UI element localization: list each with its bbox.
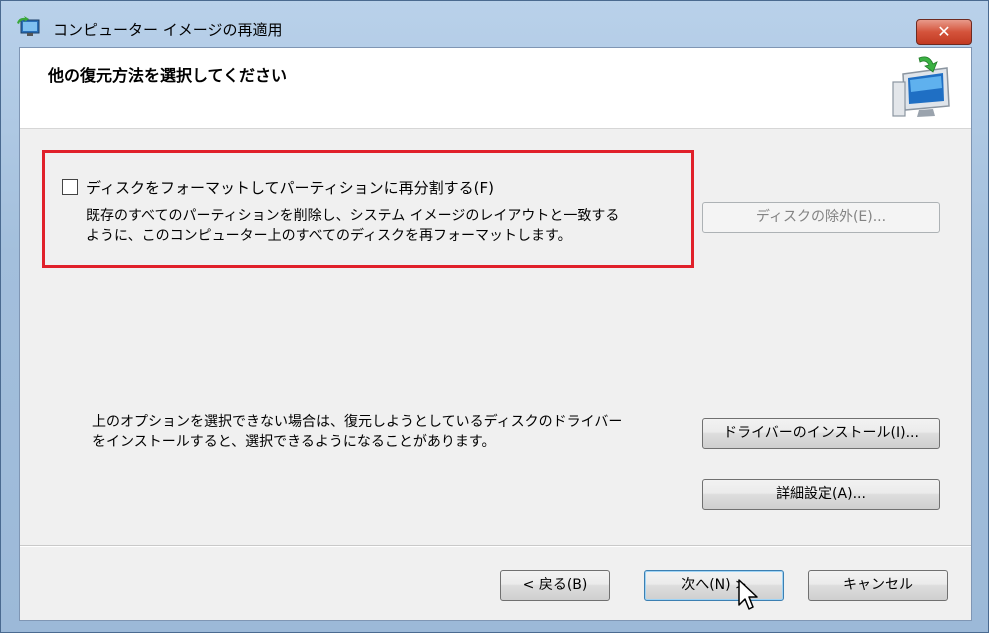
page-heading: 他の復元方法を選択してください bbox=[48, 66, 288, 85]
back-button[interactable]: < 戻る(B) bbox=[500, 570, 610, 601]
format-description-line: ように、このコンピューター上のすべてのディスクを再フォーマットします。 bbox=[86, 228, 572, 244]
format-description-line: 既存のすべてのパーティションを削除し、システム イメージのレイアウトと一致する bbox=[86, 208, 620, 224]
restore-image-window: コンピューター イメージの再適用 ✕ 他の復元方法を選択してください ディスクを… bbox=[0, 0, 989, 633]
driver-note-line: 上のオプションを選択できない場合は、復元しようとしているディスクのドライバー bbox=[92, 414, 623, 430]
cancel-button[interactable]: キャンセル bbox=[808, 570, 948, 601]
format-disks-checkbox[interactable] bbox=[62, 179, 78, 195]
exclude-disks-button[interactable]: ディスクの除外(E)... bbox=[702, 202, 940, 233]
install-drivers-button[interactable]: ドライバーのインストール(I)... bbox=[702, 418, 940, 449]
dialog-content: 他の復元方法を選択してください ディスクをフォーマットしてパーティションに再分割… bbox=[19, 47, 972, 621]
advanced-button[interactable]: 詳細設定(A)... bbox=[702, 479, 940, 510]
mouse-pointer-icon bbox=[738, 579, 758, 610]
footer-divider bbox=[20, 545, 971, 547]
title-bar[interactable]: コンピューター イメージの再適用 ✕ bbox=[1, 1, 988, 47]
format-disks-label[interactable]: ディスクをフォーマットしてパーティションに再分割する(F) bbox=[86, 177, 494, 198]
driver-note: 上のオプションを選択できない場合は、復元しようとしているディスクのドライバー を… bbox=[92, 412, 622, 452]
format-description: 既存のすべてのパーティションを削除し、システム イメージのレイアウトと一致する … bbox=[86, 206, 696, 246]
monitor-restore-icon bbox=[892, 56, 950, 117]
header-band: 他の復元方法を選択してください bbox=[20, 48, 971, 129]
close-button[interactable]: ✕ bbox=[916, 19, 972, 45]
next-button[interactable]: 次へ(N) > bbox=[644, 570, 784, 601]
driver-note-line: をインストールすると、選択できるようになることがあります。 bbox=[92, 434, 496, 450]
backup-restore-icon bbox=[17, 16, 40, 36]
window-title: コンピューター イメージの再適用 bbox=[53, 21, 283, 39]
